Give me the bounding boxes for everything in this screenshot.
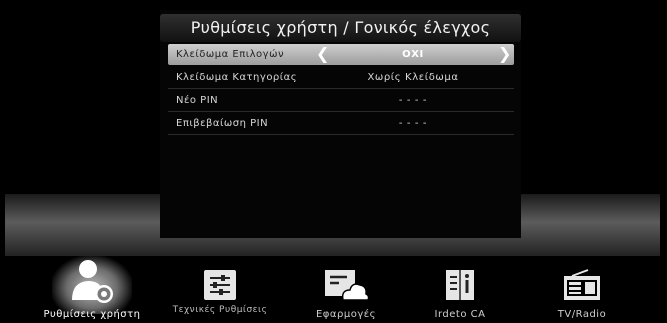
main-menu-dock: Ρυθμίσεις χρήστη Τεχνικές Ρυθμίσεις Εφαρ… [5,256,660,323]
dock-label: Τεχνικές Ρυθμίσεις [172,305,268,315]
info-book-icon [446,270,474,300]
setting-row-menu-lock[interactable]: Κλείδωμα Επιλογών ❮ ΟΧΙ ❯ [168,44,514,65]
setting-value: - - - - [398,95,428,106]
tv-screen: Ρυθμίσεις χρήστη / Γονικός έλεγχος Κλείδ… [5,10,660,323]
dock-item-apps[interactable]: Εφαρμογές [291,256,401,320]
setting-value: Χωρίς Κλείδωμα [367,72,459,83]
dock-label: Irdeto CA [434,309,486,320]
setting-row-confirm-pin[interactable]: Επιβεβαίωση PIN - - - - [168,113,514,135]
parental-control-panel: Ρυθμίσεις χρήστη / Γονικός έλεγχος Κλείδ… [160,10,521,238]
setting-row-new-pin[interactable]: Νέο PIN - - - - [168,90,514,112]
dock-item-tv-radio[interactable]: TV/Radio [527,256,637,320]
radio-icon [564,269,600,300]
dock-item-technical-settings[interactable]: Τεχνικές Ρυθμίσεις [165,256,275,315]
setting-label: Νέο PIN [176,95,219,106]
user-settings-icon [72,260,113,303]
panel-title: Ρυθμίσεις χρήστη / Γονικός έλεγχος [160,14,521,42]
setting-label: Επιβεβαίωση PIN [176,118,269,129]
dock-label: Ρυθμίσεις χρήστη [43,309,141,320]
chevron-right-icon[interactable]: ❯ [498,45,511,63]
dock-item-user-settings[interactable]: Ρυθμίσεις χρήστη [37,256,147,320]
setting-value: - - - - [398,118,428,129]
chevron-left-icon[interactable]: ❮ [316,45,329,63]
dock-label: TV/Radio [557,309,607,320]
setting-value: ΟΧΙ [402,49,424,60]
setting-label: Κλείδωμα Κατηγορίας [176,72,298,83]
dock-item-irdeto-ca[interactable]: Irdeto CA [405,256,515,320]
dock-label: Εφαρμογές [315,309,377,320]
apps-cloud-icon [325,270,370,301]
setting-label: Κλείδωμα Επιλογών [176,49,285,60]
setting-row-category-lock[interactable]: Κλείδωμα Κατηγορίας Χωρίς Κλείδωμα [168,67,514,89]
sliders-icon [204,270,236,300]
